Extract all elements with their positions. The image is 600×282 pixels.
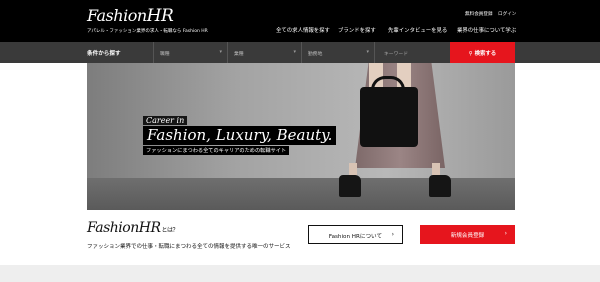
hero-photo-boot bbox=[339, 175, 361, 197]
site-logo[interactable]: FashionHR bbox=[87, 6, 174, 26]
about-fashion-hr-button[interactable]: Fashion HRについて › bbox=[308, 225, 403, 244]
about-logo-fashion: Fashion bbox=[87, 220, 139, 236]
nav-learn[interactable]: 業界の仕事について学ぶ bbox=[457, 26, 516, 34]
logo-fashion: Fashion bbox=[87, 6, 147, 25]
new-member-signup-button[interactable]: 新規会員登録 › bbox=[420, 225, 515, 244]
hero-photo-boot bbox=[429, 175, 451, 197]
hero-banner: Career in Fashion, Luxury, Beauty. ファッショ… bbox=[87, 63, 515, 210]
location-select[interactable]: 勤務地 ▾ bbox=[301, 42, 374, 63]
industry-select[interactable]: 業種 ▾ bbox=[227, 42, 301, 63]
location-label: 勤務地 bbox=[308, 52, 323, 57]
signup-link[interactable]: 無料会員登録 bbox=[465, 11, 493, 17]
chevron-right-icon: › bbox=[391, 231, 394, 238]
about-logo: FashionHRとは？ bbox=[87, 220, 178, 236]
chevron-down-icon: ▾ bbox=[293, 49, 296, 55]
hero-photo-bag bbox=[360, 87, 418, 147]
footer-band bbox=[0, 265, 600, 282]
chevron-down-icon: ▾ bbox=[366, 49, 369, 55]
about-button-label: Fashion HRについて bbox=[328, 234, 383, 240]
search-button[interactable]: ⚲ 検索する bbox=[450, 42, 515, 63]
nav-brands[interactable]: ブランドを探す bbox=[338, 26, 376, 34]
logo-hr: HR bbox=[146, 6, 174, 26]
about-description: ファッション業界での仕事・転職にまつわる全ての情報を提供する唯一のサービス bbox=[87, 244, 291, 250]
keyword-input[interactable]: キーワード bbox=[374, 42, 450, 63]
site-header: FashionHR アパレル・ファッション業界の求人・転職なら Fashion … bbox=[0, 0, 600, 42]
industry-label: 業種 bbox=[234, 52, 244, 57]
login-link[interactable]: ログイン bbox=[498, 11, 516, 17]
search-title: 条件から探す bbox=[87, 51, 121, 57]
hero-subtitle: ファッションにまつわる全てのキャリアのための転職サイト bbox=[143, 146, 290, 155]
about-logo-hr: HR bbox=[138, 220, 161, 236]
search-button-label: 検索する bbox=[474, 51, 497, 57]
search-icon: ⚲ bbox=[468, 51, 473, 57]
about-logo-suffix: とは？ bbox=[161, 227, 178, 234]
hero-headline: Fashion, Luxury, Beauty. bbox=[143, 126, 337, 145]
signup-button-label: 新規会員登録 bbox=[450, 233, 485, 239]
chevron-down-icon: ▾ bbox=[219, 49, 222, 55]
job-type-label: 職種 bbox=[160, 52, 170, 57]
job-type-select[interactable]: 職種 ▾ bbox=[153, 42, 227, 63]
site-tagline: アパレル・ファッション業界の求人・転職なら Fashion HR bbox=[87, 29, 208, 34]
chevron-right-icon: › bbox=[504, 230, 507, 237]
hero-kicker: Career in bbox=[143, 116, 188, 125]
search-bar: 条件から探す 職種 ▾ 業種 ▾ 勤務地 ▾ キーワード ⚲ 検索する bbox=[0, 42, 600, 63]
nav-interviews[interactable]: 先輩インタビューを見る bbox=[388, 26, 447, 34]
nav-all-jobs[interactable]: 全ての求人情報を探す bbox=[276, 26, 330, 34]
